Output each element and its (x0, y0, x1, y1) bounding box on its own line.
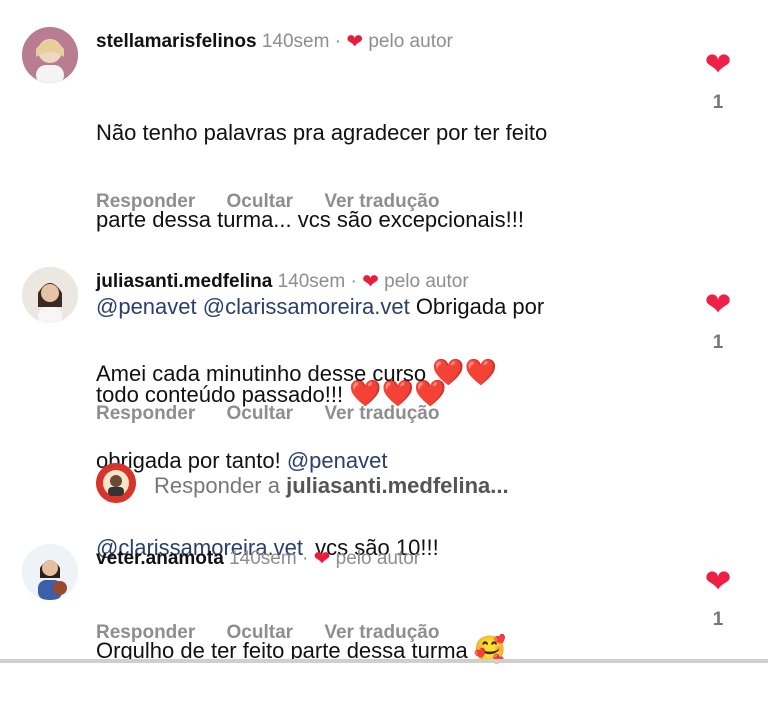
small-heart-icon: ❤ (362, 271, 379, 293)
avatar[interactable] (22, 544, 78, 600)
divider (0, 659, 768, 663)
username[interactable]: stellamarisfelinos (96, 31, 257, 52)
avatar[interactable] (22, 267, 78, 323)
heart-icon[interactable]: ❤ (702, 48, 734, 80)
comment-actions: Responder Ocultar Ver tradução (96, 622, 465, 644)
hide-button[interactable]: Ocultar (227, 191, 294, 212)
avatar[interactable] (22, 27, 78, 83)
comment-text: Amei cada minutinho desse curso ❤️❤️ obr… (96, 357, 498, 561)
heart-icon[interactable]: ❤ (702, 288, 734, 320)
small-heart-icon: ❤ (346, 31, 364, 53)
author-liked-label: pelo autor (335, 548, 421, 569)
reply-button[interactable]: Responder (96, 403, 195, 424)
avatar (96, 463, 136, 503)
like-count: 1 (712, 609, 724, 630)
comment-actions: Responder Ocultar Ver tradução (96, 403, 465, 425)
like-control: ❤ 1 (702, 565, 734, 631)
reply-button[interactable]: Responder (96, 191, 195, 212)
comment-header: veter.anamota 140sem · ❤ pelo autor (96, 548, 421, 570)
timestamp: 140sem (229, 548, 297, 569)
author-liked-label: pelo autor (368, 31, 453, 52)
translate-button[interactable]: Ver tradução (324, 622, 439, 643)
comment-text: Orgulho de ter feito parte dessa turma 🥰 (96, 634, 507, 664)
reply-prompt-text[interactable]: Responder a juliasanti.medfelina... (154, 473, 509, 499)
like-count: 1 (712, 332, 724, 353)
reply-button[interactable]: Responder (96, 622, 195, 643)
timestamp: 140sem (277, 271, 346, 292)
comment-actions: Responder Ocultar Ver tradução (96, 191, 465, 213)
small-heart-icon: ❤ (313, 548, 331, 570)
comment-header: stellamarisfelinos 140sem · ❤ pelo autor (96, 31, 453, 53)
reply-target: juliasanti.medfelina... (286, 473, 509, 498)
heart-icon[interactable]: ❤ (702, 565, 734, 597)
like-control: ❤ 1 (702, 48, 734, 114)
username[interactable]: veter.anamota (96, 548, 224, 569)
timestamp: 140sem (261, 31, 330, 52)
username[interactable]: juliasanti.medfelina (96, 271, 272, 292)
hide-button[interactable]: Ocultar (227, 622, 294, 643)
like-control: ❤ 1 (702, 288, 734, 354)
translate-button[interactable]: Ver tradução (324, 403, 439, 424)
translate-button[interactable]: Ver tradução (324, 191, 439, 212)
heart-emoji: ❤️❤️ (432, 357, 498, 387)
mention-link[interactable]: @penavet (287, 448, 388, 473)
like-count: 1 (712, 92, 724, 113)
hide-button[interactable]: Ocultar (227, 403, 294, 424)
author-liked-label: pelo autor (384, 271, 469, 292)
comment-header: juliasanti.medfelina 140sem · ❤ pelo aut… (96, 271, 469, 293)
